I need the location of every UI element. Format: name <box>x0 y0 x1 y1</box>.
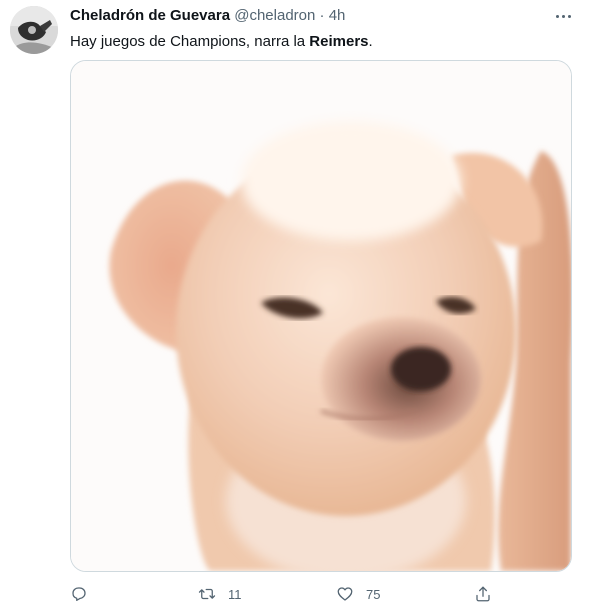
tweet-text-suffix: . <box>368 33 373 50</box>
action-bar: 11 75 <box>70 582 510 606</box>
share-button[interactable] <box>474 582 492 606</box>
tweet-text-prefix: Hay juegos de Champions, narra la <box>70 33 310 50</box>
reply-button[interactable] <box>70 582 100 606</box>
like-button[interactable]: 75 <box>336 582 380 606</box>
separator-dot: · <box>319 7 325 24</box>
retweet-count: 11 <box>228 586 242 602</box>
tweet-header: Cheladrón de Guevara @cheladron · 4h <box>70 6 550 26</box>
author-name[interactable]: Cheladrón de Guevara <box>70 7 230 24</box>
avatar[interactable] <box>10 6 58 54</box>
avatar-image <box>10 6 58 54</box>
reply-icon <box>72 587 86 602</box>
tweet-text: Hay juegos de Champions, narra la Reimer… <box>70 32 373 52</box>
heart-icon <box>337 587 353 601</box>
more-icon[interactable] <box>548 4 578 28</box>
like-count: 75 <box>366 586 381 602</box>
retweet-icon <box>198 588 216 600</box>
puppy-image <box>71 61 571 571</box>
share-icon <box>476 586 490 602</box>
tweet: Cheladrón de Guevara @cheladron · 4h Hay… <box>0 0 590 610</box>
tweet-media[interactable] <box>70 60 572 572</box>
timestamp[interactable]: 4h <box>329 7 346 24</box>
retweet-button[interactable]: 11 <box>198 582 242 606</box>
tweet-text-bold: Reimers <box>309 33 369 50</box>
author-handle[interactable]: @cheladron <box>234 7 315 24</box>
